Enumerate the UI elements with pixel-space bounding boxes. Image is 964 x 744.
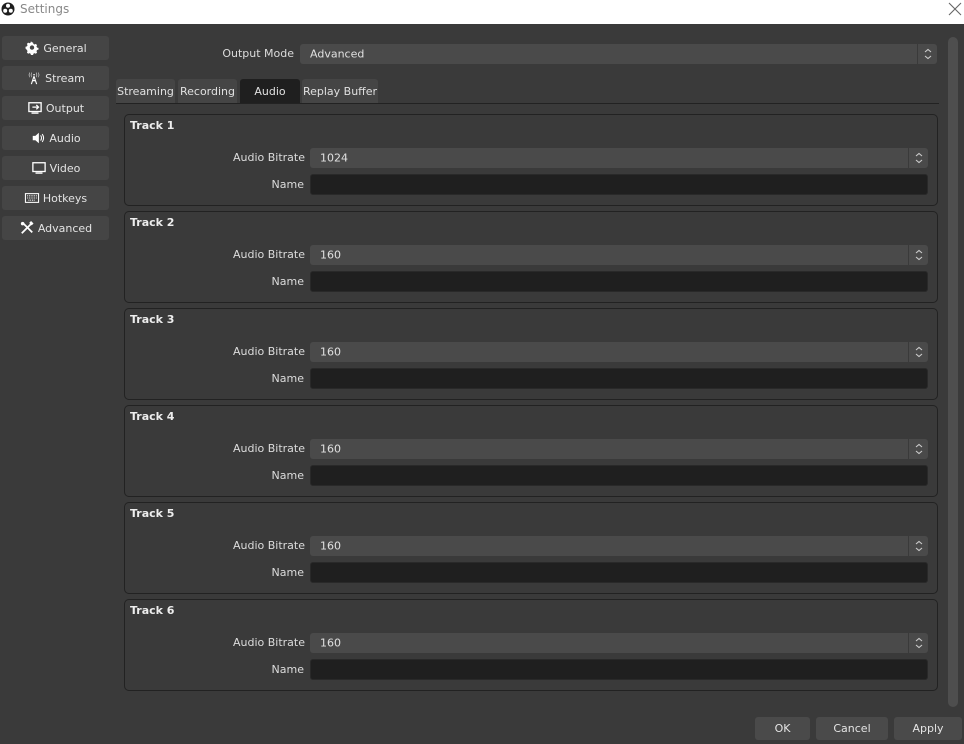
title-bar: Settings	[0, 0, 964, 24]
audio-bitrate-label: Audio Bitrate	[232, 539, 305, 552]
audio-bitrate-label: Audio Bitrate	[232, 442, 305, 455]
track-name-input[interactable]	[310, 368, 928, 389]
spin-arrows	[908, 439, 928, 459]
audio-bitrate-select[interactable]: 160	[310, 342, 928, 362]
audio-bitrate-label: Audio Bitrate	[232, 345, 305, 358]
audio-bitrate-label: Audio Bitrate	[232, 151, 305, 164]
audio-bitrate-select[interactable]: 160	[310, 536, 928, 556]
name-label: Name	[271, 469, 304, 482]
tab-divider	[116, 103, 939, 104]
track-name-input[interactable]	[310, 465, 928, 486]
track-name-input[interactable]	[310, 174, 928, 195]
audio-bitrate-value: 160	[320, 248, 341, 262]
output-mode-select[interactable]: Advanced	[300, 44, 937, 64]
audio-bitrate-label: Audio Bitrate	[232, 248, 305, 261]
audio-bitrate-select[interactable]: 160	[310, 439, 928, 459]
name-label: Name	[271, 178, 304, 191]
sidebar-item-advanced[interactable]: Advanced	[2, 216, 109, 240]
cancel-button[interactable]: Cancel	[816, 717, 888, 740]
sidebar-item-video[interactable]: Video	[2, 156, 109, 180]
name-label: Name	[271, 663, 304, 676]
spin-arrows	[908, 536, 928, 556]
sidebar-item-label: Advanced	[37, 221, 93, 235]
audio-bitrate-value: 160	[320, 636, 341, 650]
keyboard-icon	[24, 193, 39, 203]
sidebar-item-audio[interactable]: Audio	[2, 126, 109, 150]
name-label: Name	[271, 566, 304, 579]
apply-button[interactable]: Apply	[894, 717, 962, 740]
broadcast-antenna-icon: ((•))	[28, 72, 40, 85]
track-group: Track 3 Audio Bitrate 160 Name	[124, 308, 938, 400]
audio-bitrate-value: 1024	[320, 151, 348, 165]
speaker-icon	[33, 132, 45, 144]
output-mode-label: Output Mode	[222, 47, 294, 60]
chevron-up-down-icon	[915, 152, 923, 164]
track-group: Track 6 Audio Bitrate 160 Name	[124, 599, 938, 691]
output-mode-value: Advanced	[310, 47, 365, 61]
sidebar-item-stream[interactable]: ((•)) Stream	[2, 66, 109, 90]
sidebar-item-label: Stream	[45, 71, 85, 85]
gear-icon	[25, 41, 39, 55]
track-title: Track 2	[130, 216, 175, 229]
track-title: Track 6	[130, 604, 175, 617]
track-title: Track 5	[130, 507, 175, 520]
spin-arrows	[908, 342, 928, 362]
track-name-input[interactable]	[310, 562, 928, 583]
ok-button[interactable]: OK	[755, 717, 810, 740]
close-icon[interactable]	[948, 2, 962, 16]
audio-bitrate-select[interactable]: 160	[310, 245, 928, 265]
audio-bitrate-value: 160	[320, 539, 341, 553]
tab-streaming[interactable]: Streaming	[116, 79, 175, 103]
name-label: Name	[271, 372, 304, 385]
chevron-up-down-icon	[915, 443, 923, 455]
track-name-input[interactable]	[310, 271, 928, 292]
sidebar-item-label: General	[43, 41, 87, 55]
chevron-up-down-icon	[915, 249, 923, 261]
audio-bitrate-value: 160	[320, 345, 341, 359]
audio-bitrate-value: 160	[320, 442, 341, 456]
track-name-input[interactable]	[310, 659, 928, 680]
tools-icon	[20, 221, 34, 234]
track-title: Track 3	[130, 313, 175, 326]
track-title: Track 1	[130, 119, 175, 132]
sidebar-item-label: Hotkeys	[42, 191, 88, 205]
audio-bitrate-select[interactable]: 160	[310, 633, 928, 653]
chevron-up-down-icon	[915, 637, 923, 649]
track-group: Track 4 Audio Bitrate 160 Name	[124, 405, 938, 497]
sidebar-item-label: Audio	[49, 131, 81, 145]
tab-recording[interactable]: Recording	[178, 79, 237, 103]
spin-arrows	[917, 44, 937, 64]
spin-arrows	[908, 148, 928, 168]
chevron-up-down-icon	[915, 540, 923, 552]
track-group: Track 5 Audio Bitrate 160 Name	[124, 502, 938, 594]
chevron-up-down-icon	[924, 48, 932, 60]
sidebar-item-label: Output	[45, 101, 85, 115]
spin-arrows	[908, 245, 928, 265]
track-group: Track 2 Audio Bitrate 160 Name	[124, 211, 938, 303]
track-title: Track 4	[130, 410, 175, 423]
monitor-output-icon	[28, 102, 42, 114]
spin-arrows	[908, 633, 928, 653]
settings-window: General ((•)) Stream Output Audio Video …	[0, 24, 964, 744]
window-title: Settings	[20, 2, 70, 16]
sidebar-item-general[interactable]: General	[2, 36, 109, 60]
tab-replay-buffer[interactable]: Replay Buffer	[302, 79, 378, 103]
track-group: Track 1 Audio Bitrate 1024 Name	[124, 114, 938, 206]
audio-bitrate-label: Audio Bitrate	[232, 636, 305, 649]
sidebar-item-label: Video	[49, 161, 81, 175]
monitor-icon	[31, 162, 46, 174]
audio-bitrate-select[interactable]: 1024	[310, 148, 928, 168]
sidebar-item-hotkeys[interactable]: Hotkeys	[2, 186, 109, 210]
obs-logo-icon	[1, 2, 15, 16]
tab-audio[interactable]: Audio	[240, 79, 300, 103]
name-label: Name	[271, 275, 304, 288]
sidebar-item-output[interactable]: Output	[2, 96, 109, 120]
scrollbar-thumb[interactable]	[948, 37, 958, 707]
chevron-up-down-icon	[915, 346, 923, 358]
